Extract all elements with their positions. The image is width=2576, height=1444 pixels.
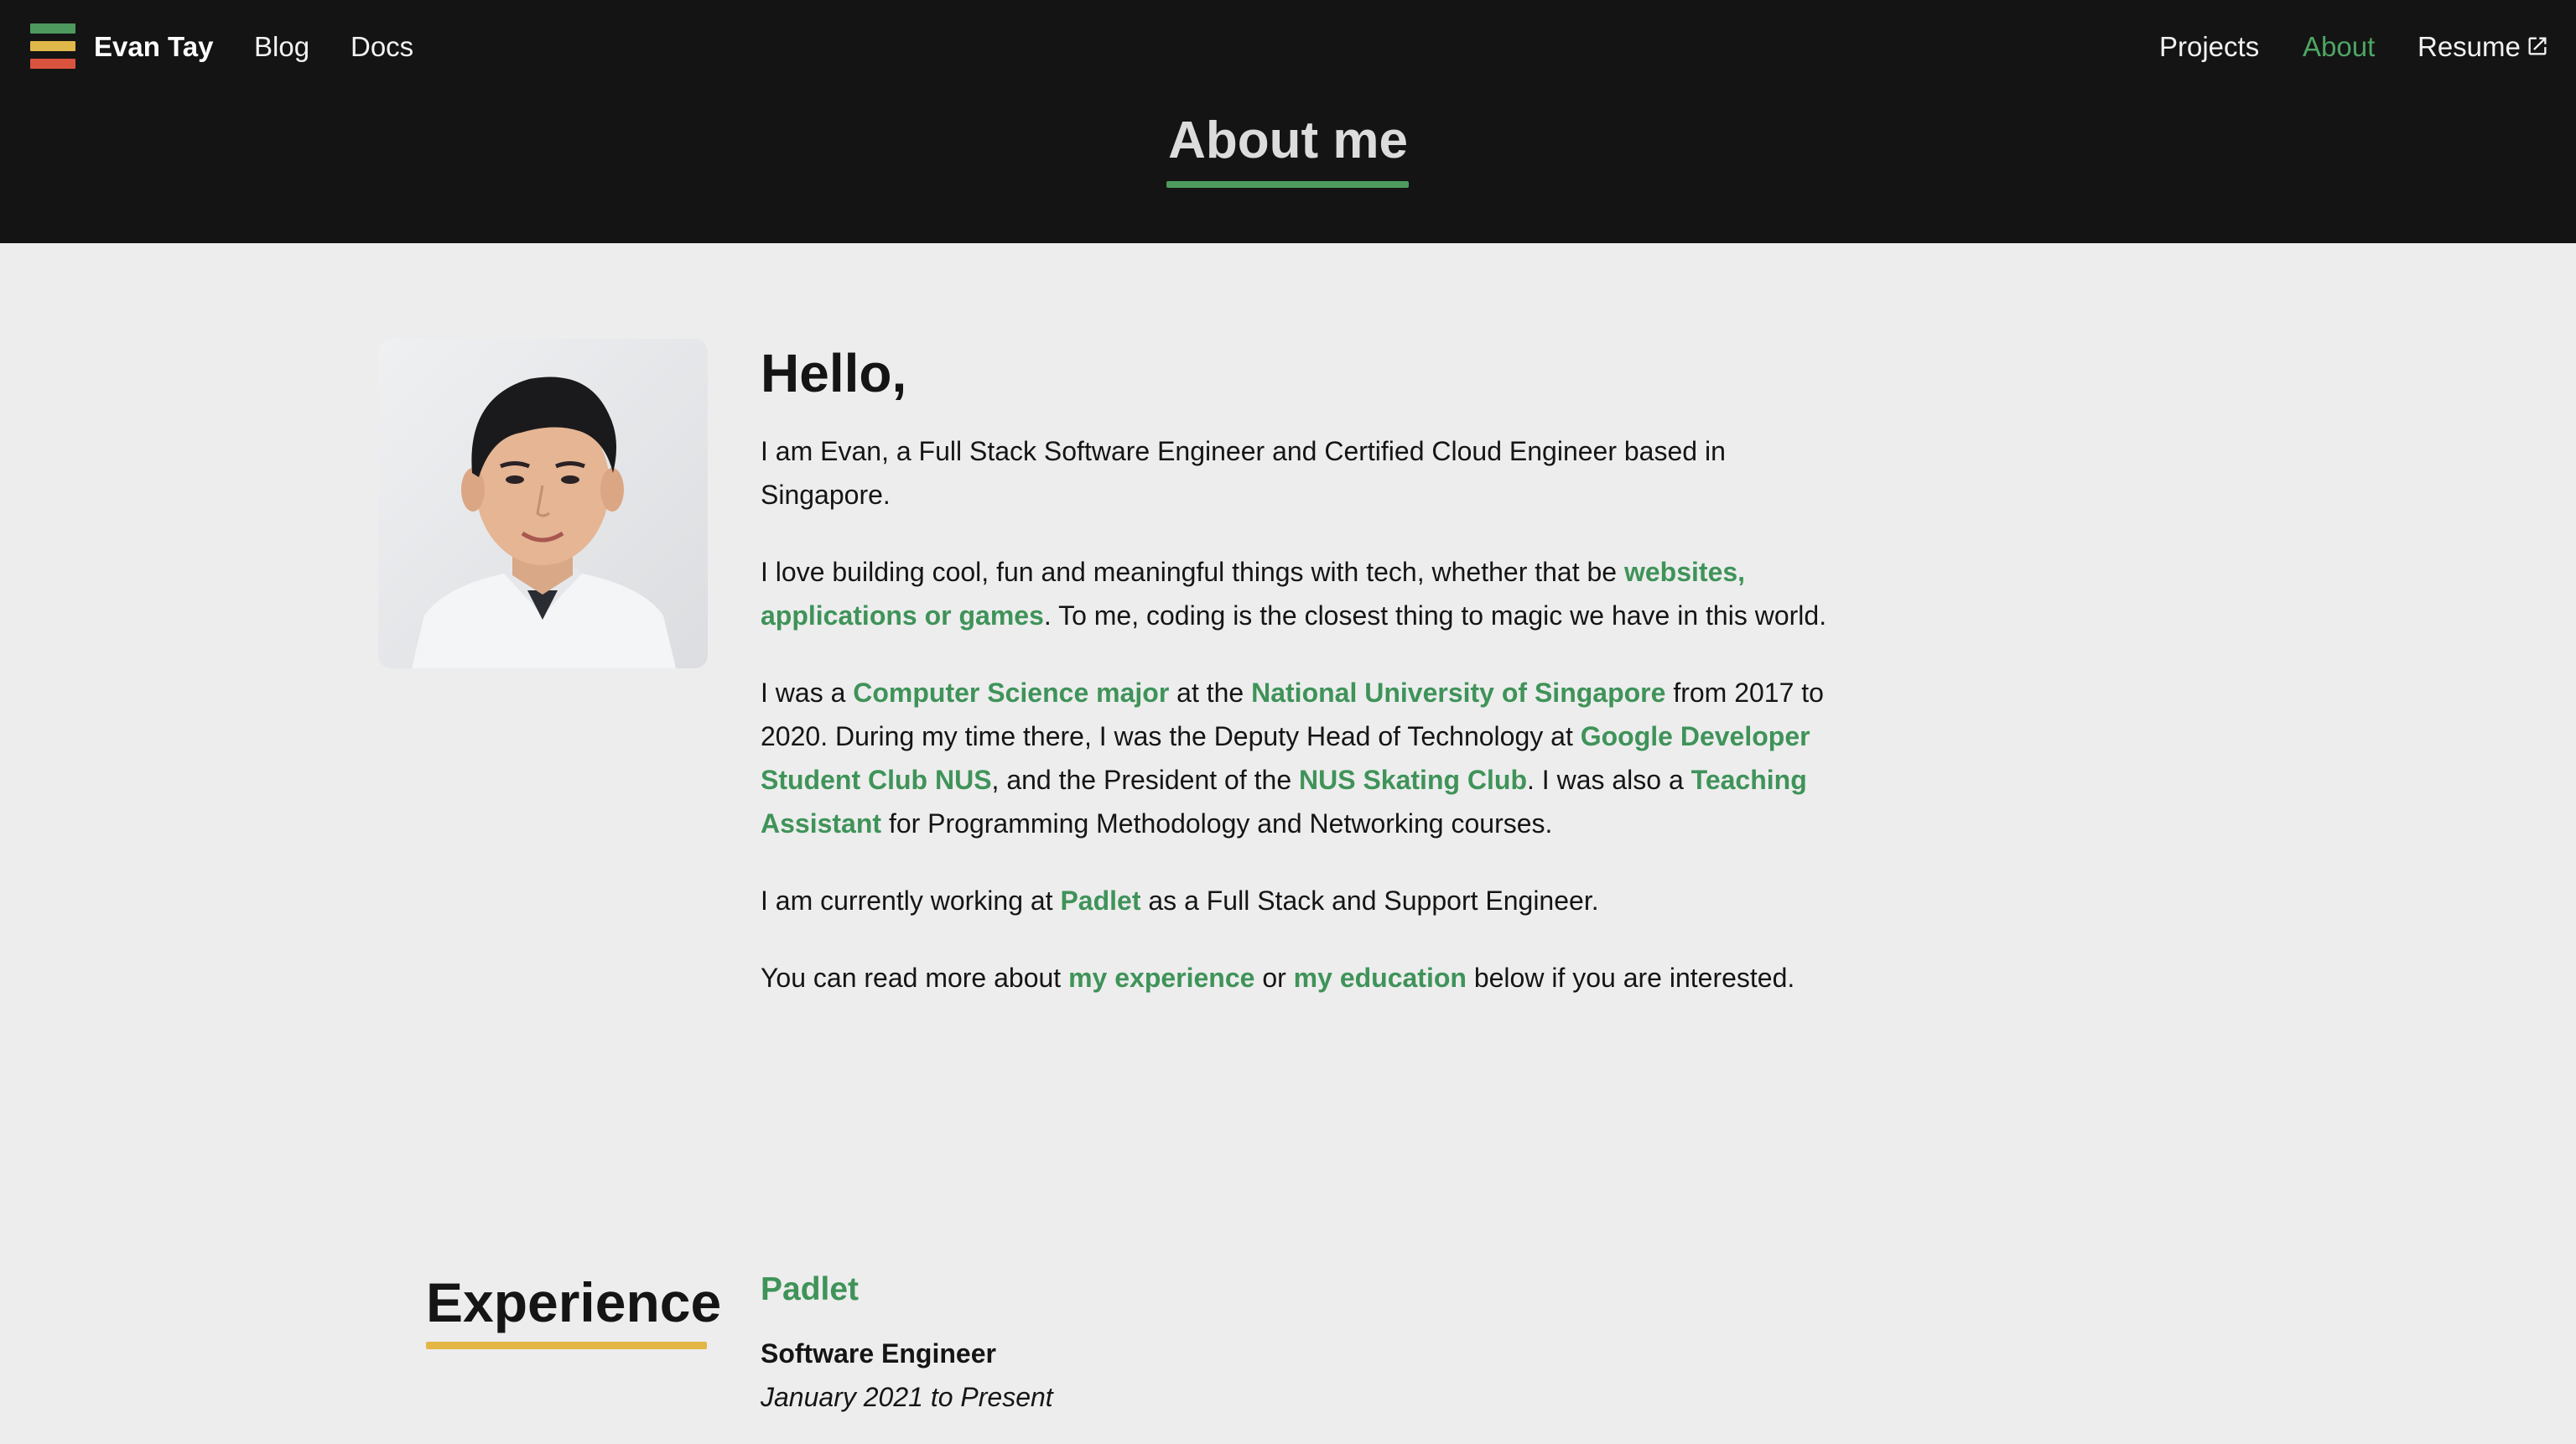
experience-entry: Padlet Software Engineer January 2021 to…	[761, 1265, 1767, 1419]
p2-text-end: . To me, coding is the closest thing to …	[1043, 600, 1827, 631]
p5-text-3: below if you are interested.	[1466, 963, 1795, 993]
p5-text-1: You can read more about	[761, 963, 1069, 993]
nav-docs-link[interactable]: Docs	[351, 30, 413, 64]
p3-text-1: I was a	[761, 678, 854, 708]
external-link-icon	[2528, 37, 2547, 55]
p4-text: I am currently working at	[761, 886, 1061, 916]
intro-paragraph-3: I was a Computer Science major at the Na…	[761, 671, 1842, 845]
p3-text-5: . I was also a	[1527, 765, 1691, 795]
title-underline	[1166, 181, 1409, 188]
my-education-link[interactable]: my education	[1294, 963, 1467, 993]
experience-heading: Experience	[426, 1271, 722, 1333]
padlet-link[interactable]: Padlet	[1060, 886, 1140, 916]
p3-text-6: for Programming Methodology and Networki…	[881, 808, 1553, 839]
nav-resume-link[interactable]: Resume	[2418, 30, 2549, 64]
intro-paragraph-1: I am Evan, a Full Stack Software Enginee…	[761, 436, 1726, 510]
site-header: Evan Tay Blog Docs Projects About Resume…	[0, 0, 2576, 243]
p5-text-2: or	[1254, 963, 1294, 993]
nav-resume-label: Resume	[2418, 31, 2521, 62]
nus-link[interactable]: National University of Singapore	[1251, 678, 1665, 708]
intro-paragraph-4: I am currently working at Padlet as a Fu…	[761, 879, 1842, 922]
nus-skating-club-link[interactable]: NUS Skating Club	[1299, 765, 1527, 795]
profile-portrait	[378, 339, 708, 668]
nav-about-link[interactable]: About	[2303, 30, 2375, 64]
profile-photo	[378, 339, 708, 668]
intro-paragraph-2: I love building cool, fun and meaningful…	[761, 550, 1842, 637]
p3-text-2: at the	[1169, 678, 1252, 708]
experience-period: January 2021 to Present	[761, 1382, 1053, 1412]
intro-paragraph-5: You can read more about my experience or…	[761, 956, 1842, 1000]
brand-link[interactable]: Evan Tay	[94, 30, 213, 64]
about-content: Hello, I am Evan, a Full Stack Software …	[761, 335, 1842, 1033]
p4-text-end: as a Full Stack and Support Engineer.	[1140, 886, 1599, 916]
cs-major-link[interactable]: Computer Science major	[853, 678, 1169, 708]
experience-role: Software Engineer	[761, 1338, 996, 1369]
nav-blog-link[interactable]: Blog	[254, 30, 309, 64]
top-nav: Evan Tay Blog Docs Projects About Resume	[0, 0, 2576, 94]
page-title: About me	[1168, 112, 1408, 169]
hello-heading: Hello,	[761, 343, 907, 403]
my-experience-link[interactable]: my experience	[1068, 963, 1254, 993]
nav-projects-link[interactable]: Projects	[2159, 30, 2259, 64]
experience-company-link[interactable]: Padlet	[761, 1265, 1767, 1315]
p3-text-4: , and the President of the	[991, 765, 1299, 795]
experience-underline	[426, 1342, 707, 1349]
p2-text: I love building cool, fun and meaningful…	[761, 557, 1624, 587]
logo-icon[interactable]	[30, 23, 75, 70]
